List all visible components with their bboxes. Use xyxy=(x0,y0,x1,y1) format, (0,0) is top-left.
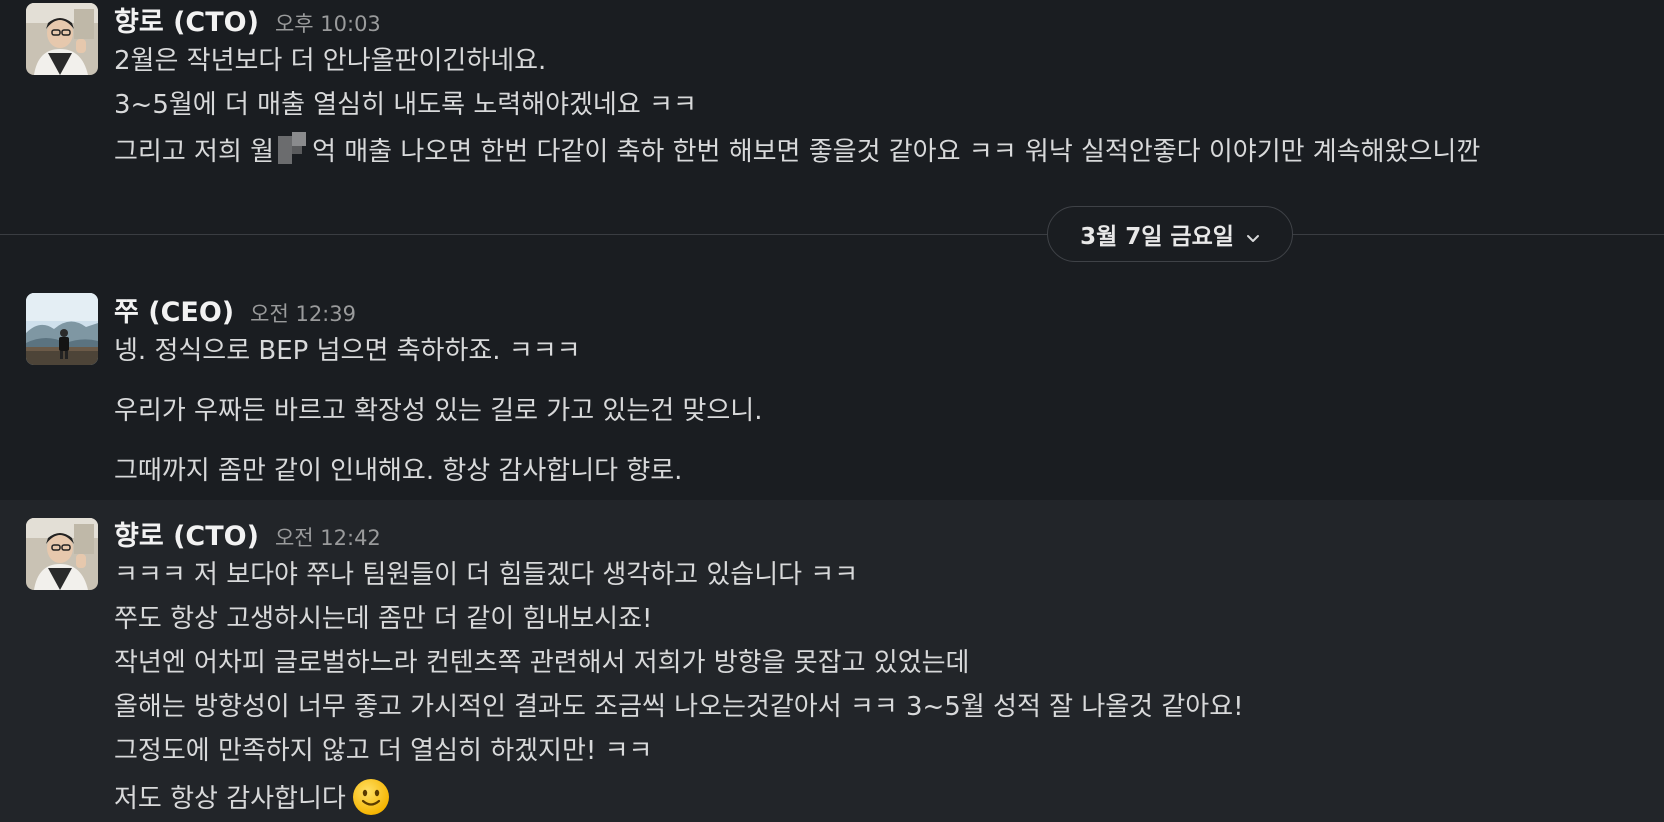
chevron-down-icon xyxy=(1246,229,1260,242)
message-text: ㅋㅋㅋ 저 보다야 쭈나 팀원들이 더 힘들겠다 생각하고 있습니다 ㅋㅋ xyxy=(114,560,859,590)
message-item[interactable]: 향로 (CTO) 오전 12:42 ㅋㅋㅋ 저 보다야 쭈나 팀원들이 더 힘들… xyxy=(0,500,1664,822)
author-name[interactable]: 쭈 (CEO) xyxy=(114,290,234,329)
message-text-line: 그리고 저희 월 억 매출 나오면 한번 다같이 축하 한번 해보면 좋을것 같아… xyxy=(114,132,1480,169)
message-item[interactable]: 향로 (CTO) 오후 10:03 2월은 작년보다 더 안나올판이긴하네요. … xyxy=(0,0,1664,190)
message-text: 넹. 정식으로 BEP 넘으면 축하하죠. ㅋㅋㅋ xyxy=(114,336,581,366)
author-name[interactable]: 향로 (CTO) xyxy=(114,0,259,39)
date-divider-line xyxy=(0,234,1664,235)
message-text: 2월은 작년보다 더 안나올판이긴하네요. xyxy=(114,46,547,76)
message-text: 쭈도 항상 고생하시는데 좀만 더 같이 힘내보시죠! xyxy=(114,604,653,634)
slightly-smiling-face-icon[interactable] xyxy=(352,778,390,816)
date-label: 3월 7일 금요일 xyxy=(1080,224,1234,250)
redacted-block xyxy=(274,132,312,166)
message-text: 저도 항상 감사합니다 xyxy=(114,784,346,814)
date-divider-button[interactable]: 3월 7일 금요일 xyxy=(1047,206,1293,262)
timestamp[interactable]: 오전 12:42 xyxy=(275,522,381,552)
avatar[interactable] xyxy=(26,3,98,75)
author-name[interactable]: 향로 (CTO) xyxy=(114,514,259,553)
message-text: 그때까지 좀만 같이 인내해요. 항상 감사합니다 향로. xyxy=(114,456,683,486)
message-item[interactable]: 쭈 (CEO) 오전 12:39 넹. 정식으로 BEP 넘으면 축하하죠. ㅋ… xyxy=(0,278,1664,500)
message-list: 향로 (CTO) 오후 10:03 2월은 작년보다 더 안나올판이긴하네요. … xyxy=(0,0,1664,822)
message-text: 그리고 저희 월 xyxy=(114,137,275,167)
message-text: 올해는 방향성이 너무 좋고 가시적인 결과도 조금씩 나오는것같아서 ㅋㅋ 3… xyxy=(114,692,1244,722)
message-text: 억 매출 나오면 한번 다같이 축하 한번 해보면 좋을것 같아요 ㅋㅋ 워낙 … xyxy=(312,137,1481,167)
timestamp[interactable]: 오전 12:39 xyxy=(250,298,356,328)
message-text: 우리가 우짜든 바르고 확장성 있는 길로 가고 있는건 맞으니. xyxy=(114,396,763,426)
timestamp[interactable]: 오후 10:03 xyxy=(275,8,381,38)
message-text: 작년엔 어차피 글로벌하느라 컨텐츠쪽 관련해서 저희가 방향을 못잡고 있었는… xyxy=(114,648,970,678)
avatar[interactable] xyxy=(26,518,98,590)
avatar[interactable] xyxy=(26,293,98,365)
message-text: 3~5월에 더 매출 열심히 내도록 노력해야겠네요 ㅋㅋ xyxy=(114,90,697,120)
message-text-line: 저도 항상 감사합니다 xyxy=(114,778,390,816)
message-text: 그정도에 만족하지 않고 더 열심히 하겠지만! ㅋㅋ xyxy=(114,736,653,766)
